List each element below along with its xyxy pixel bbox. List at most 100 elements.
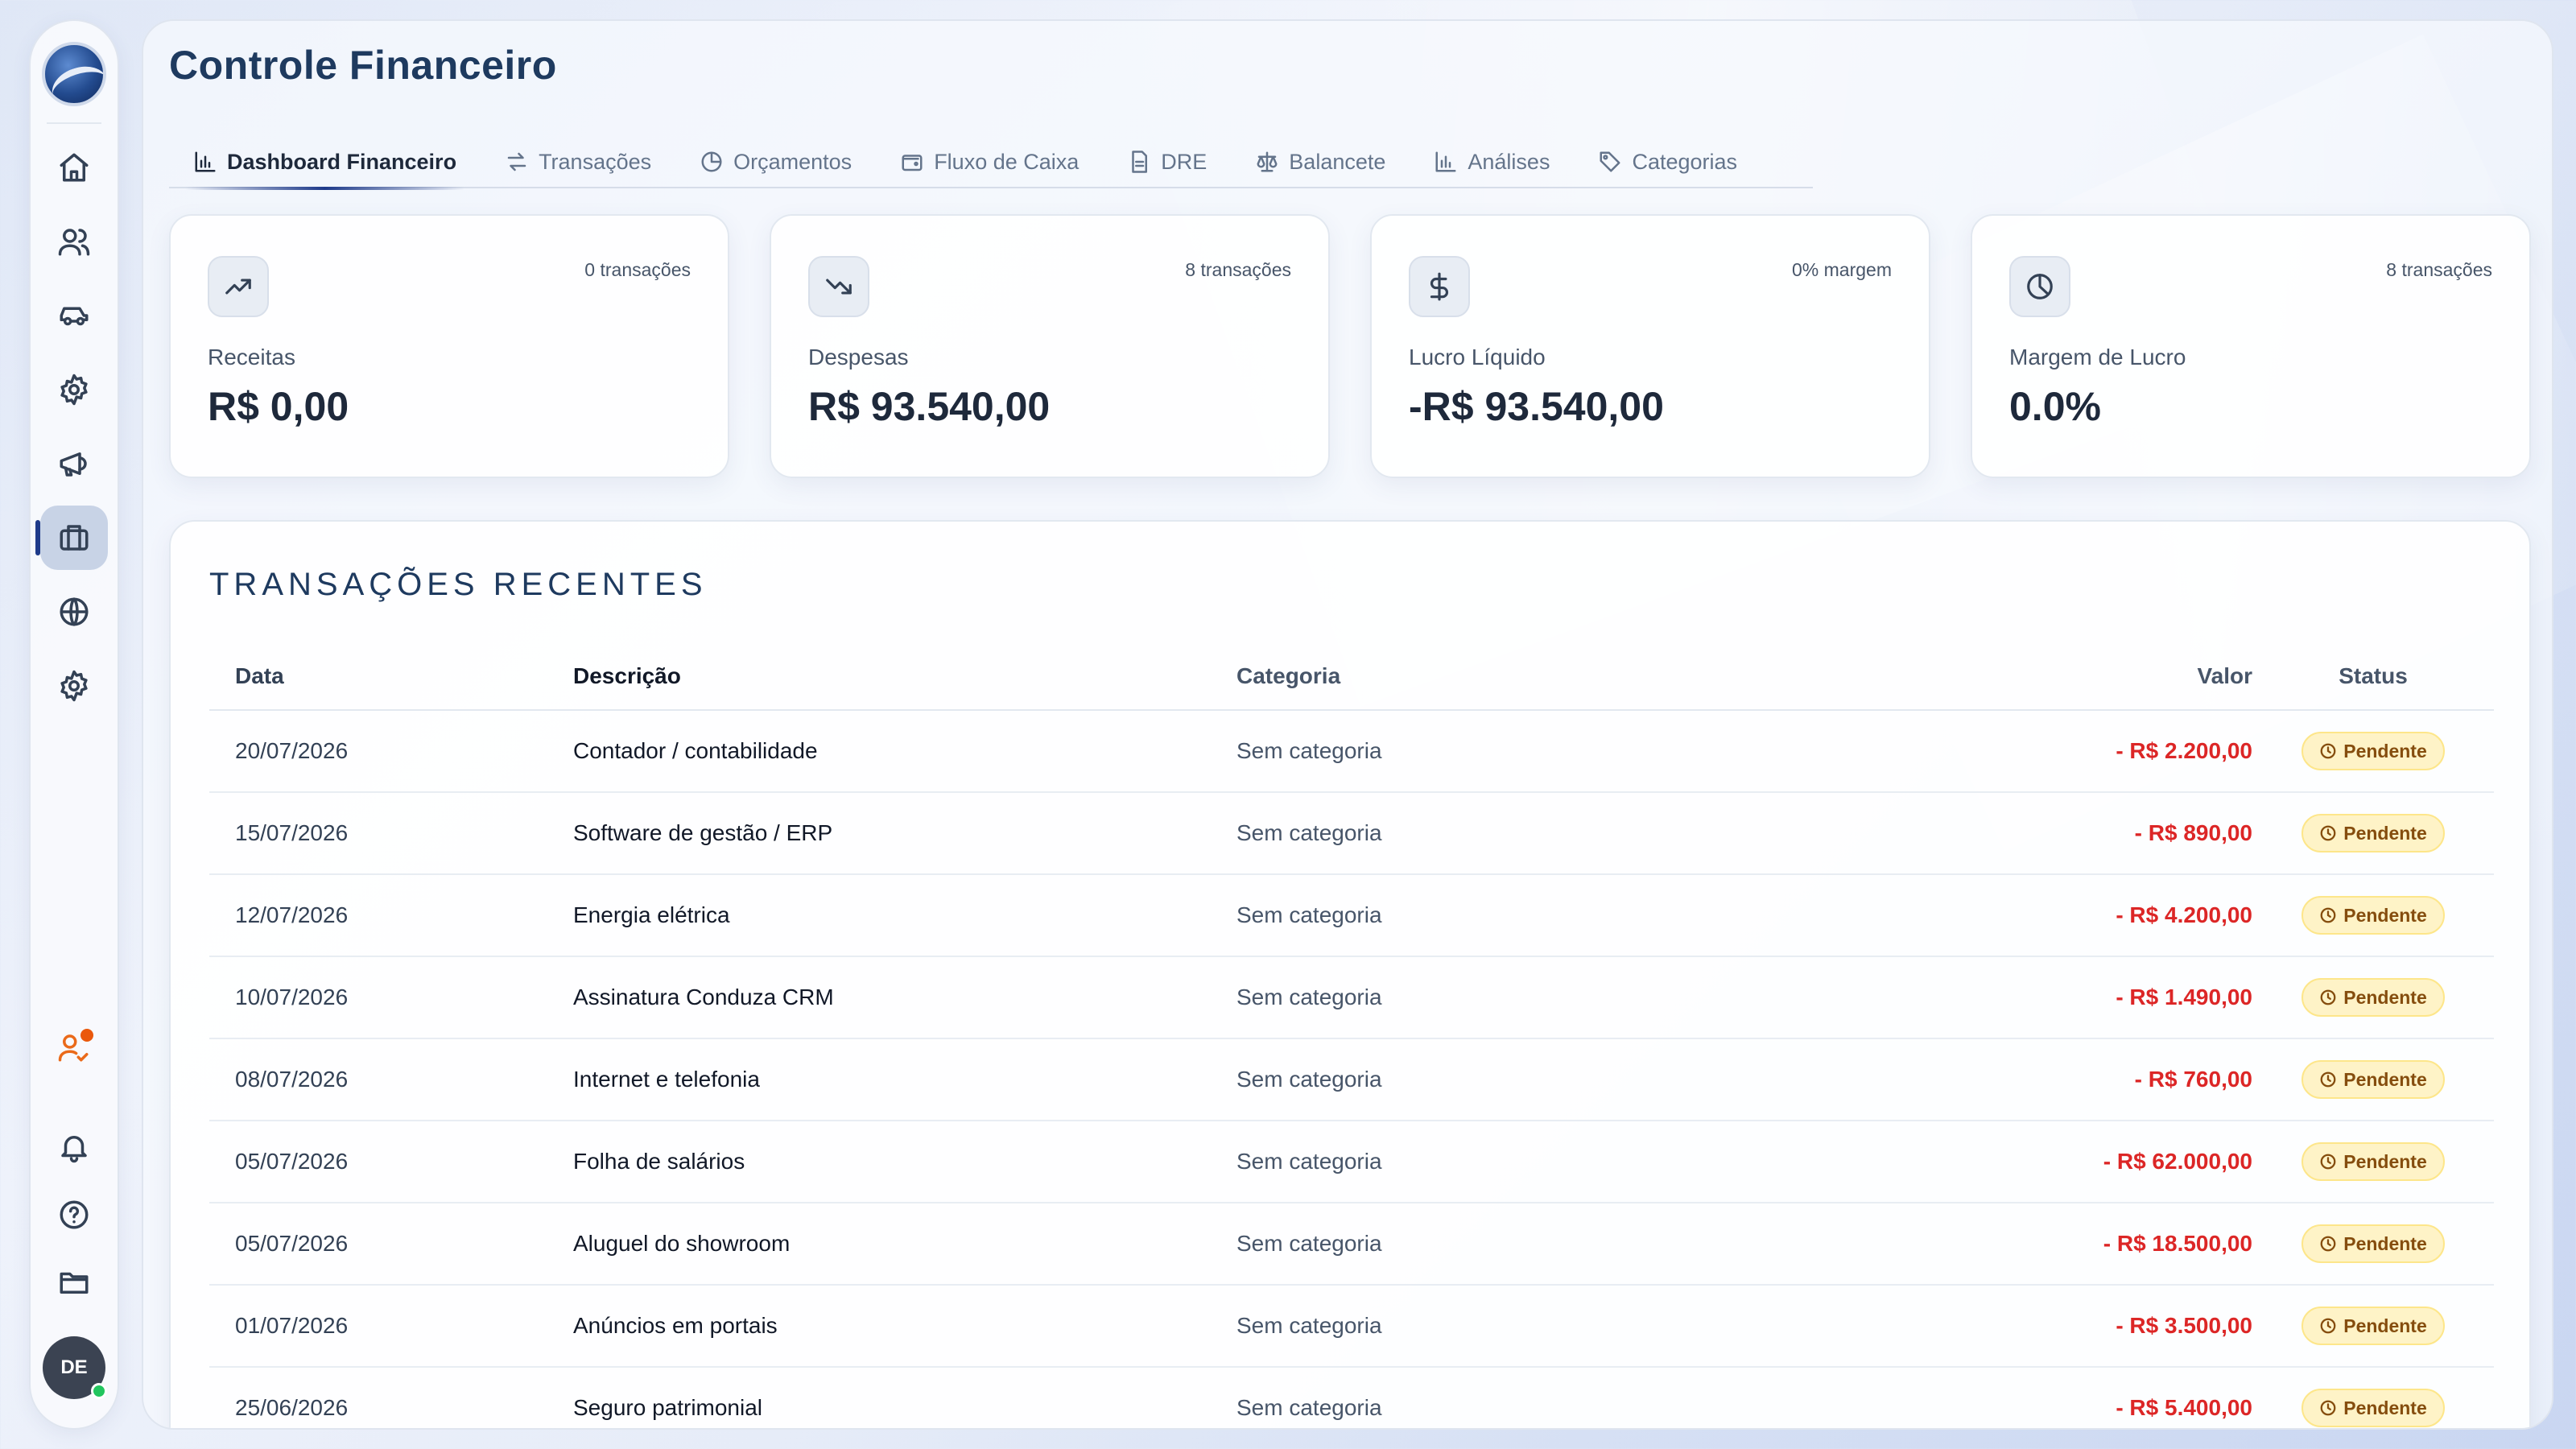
- cell-category: Sem categoria: [1236, 956, 1977, 1039]
- card-despesas: 8 transações Despesas R$ 93.540,00: [770, 214, 1330, 478]
- tab-balancete[interactable]: Balancete: [1231, 140, 1410, 184]
- card-margem-de-lucro: 8 transações Margem de Lucro 0.0%: [1971, 214, 2531, 478]
- megaphone-icon: [60, 452, 87, 477]
- column-header-status[interactable]: Status: [2252, 642, 2494, 711]
- sidebar-item-system-settings[interactable]: [40, 654, 108, 718]
- help-circle-icon: [60, 1200, 89, 1229]
- tab-transacoes[interactable]: Transações: [481, 140, 675, 184]
- cell-value: - R$ 4.200,00: [1977, 874, 2252, 957]
- tab-bar: Dashboard Financeiro Transações Orçament…: [169, 140, 1813, 190]
- tag-icon: [1600, 151, 1620, 172]
- section-title: TRANSAÇÕES RECENTES: [209, 567, 708, 602]
- table-header-row: Data Descrição Categoria Valor Status: [209, 642, 2494, 711]
- card-value: R$ 93.540,00: [808, 384, 1051, 429]
- trending-down-icon: [808, 256, 869, 317]
- card-lucro-liquido: 0% margem Lucro Líquido -R$ 93.540,00: [1370, 214, 1930, 478]
- cell-status: Pendente: [2252, 1285, 2494, 1368]
- sidebar-item-files[interactable]: [40, 1253, 108, 1312]
- cell-category: Sem categoria: [1236, 1038, 1977, 1121]
- table-row[interactable]: 01/07/2026 Anúncios em portais Sem categ…: [209, 1285, 2494, 1368]
- cell-value: - R$ 3.500,00: [1977, 1285, 2252, 1368]
- cell-description: Assinatura Conduza CRM: [573, 956, 1236, 1039]
- status-label: Pendente: [2343, 1150, 2427, 1172]
- tab-orcamentos[interactable]: Orçamentos: [675, 140, 876, 184]
- status-label: Pendente: [2343, 822, 2427, 844]
- table-row[interactable]: 10/07/2026 Assinatura Conduza CRM Sem ca…: [209, 956, 2494, 1039]
- tab-analises[interactable]: Análises: [1410, 140, 1574, 184]
- scale-icon: [1257, 151, 1278, 172]
- briefcase-icon: [60, 525, 89, 551]
- table-row[interactable]: 05/07/2026 Folha de salários Sem categor…: [209, 1121, 2494, 1203]
- cell-date: 08/07/2026: [209, 1038, 573, 1121]
- column-header-date[interactable]: Data: [209, 642, 573, 711]
- sidebar-item-web[interactable]: [40, 580, 108, 644]
- status-badge: Pendente: [2301, 896, 2445, 935]
- avatar[interactable]: DE: [43, 1336, 107, 1399]
- tab-dashboard-financeiro[interactable]: Dashboard Financeiro: [169, 140, 481, 190]
- tab-label: Análises: [1468, 149, 1550, 174]
- cell-category: Sem categoria: [1236, 1367, 1977, 1428]
- sidebar-item-marketing[interactable]: [40, 431, 108, 496]
- table-row[interactable]: 15/07/2026 Software de gestão / ERP Sem …: [209, 792, 2494, 875]
- tab-fluxo-de-caixa[interactable]: Fluxo de Caixa: [876, 140, 1103, 184]
- cell-category: Sem categoria: [1236, 1285, 1977, 1368]
- cell-date: 12/07/2026: [209, 874, 573, 957]
- main-panel: Controle Financeiro Dashboard Financeiro…: [142, 19, 2553, 1430]
- sidebar-item-finance[interactable]: [35, 506, 108, 570]
- tab-dre[interactable]: DRE: [1103, 140, 1231, 184]
- column-header-value[interactable]: Valor: [1977, 642, 2252, 711]
- column-header-description[interactable]: Descrição: [573, 642, 1236, 711]
- table-row[interactable]: 05/07/2026 Aluguel do showroom Sem categ…: [209, 1203, 2494, 1286]
- wallet-icon: [902, 155, 923, 171]
- cell-value: - R$ 760,00: [1977, 1038, 2252, 1121]
- table-row[interactable]: 20/07/2026 Contador / contabilidade Sem …: [209, 710, 2494, 793]
- cell-description: Folha de salários: [573, 1121, 1236, 1203]
- status-label: Pendente: [2343, 1232, 2427, 1254]
- table-row[interactable]: 08/07/2026 Internet e telefonia Sem cate…: [209, 1038, 2494, 1121]
- cell-category: Sem categoria: [1236, 792, 1977, 875]
- cell-status: Pendente: [2252, 956, 2494, 1039]
- cell-description: Software de gestão / ERP: [573, 792, 1236, 875]
- cell-status: Pendente: [2252, 1203, 2494, 1286]
- company-logo[interactable]: [42, 42, 106, 106]
- cell-value: - R$ 18.500,00: [1977, 1203, 2252, 1286]
- status-label: Pendente: [2343, 904, 2427, 926]
- tab-categorias[interactable]: Categorias: [1574, 140, 1761, 184]
- table-row[interactable]: 25/06/2026 Seguro patrimonial Sem catego…: [209, 1367, 2494, 1428]
- sidebar-item-notifications[interactable]: [40, 1117, 108, 1177]
- sidebar-item-settings[interactable]: [40, 357, 108, 422]
- status-badge: Pendente: [2301, 814, 2445, 852]
- sidebar-item-vehicles[interactable]: [40, 283, 108, 348]
- status-badge: Pendente: [2301, 1142, 2445, 1181]
- avatar-initials: DE: [60, 1356, 88, 1378]
- folder-icon: [60, 1272, 89, 1294]
- card-value: -R$ 93.540,00: [1409, 384, 1664, 429]
- file-text-icon: [1132, 151, 1148, 173]
- card-meta: 8 transações: [1185, 259, 1291, 280]
- cell-date: 01/07/2026: [209, 1285, 573, 1368]
- status-label: Pendente: [2343, 740, 2427, 762]
- online-status-dot: [91, 1383, 107, 1399]
- sidebar-item-users[interactable]: [40, 209, 108, 274]
- cell-value: - R$ 5.400,00: [1977, 1367, 2252, 1428]
- sidebar-item-help[interactable]: [40, 1185, 108, 1245]
- home-icon: [60, 153, 89, 182]
- clock-icon: [2320, 1318, 2336, 1334]
- sidebar-item-home[interactable]: [40, 135, 108, 200]
- sidebar-item-leads[interactable]: [40, 1018, 108, 1077]
- cell-date: 15/07/2026: [209, 792, 573, 875]
- status-badge: Pendente: [2301, 732, 2445, 770]
- card-value: 0.0%: [2009, 384, 2101, 429]
- table-row[interactable]: 12/07/2026 Energia elétrica Sem categori…: [209, 874, 2494, 957]
- cell-status: Pendente: [2252, 1121, 2494, 1203]
- cell-date: 25/06/2026: [209, 1367, 573, 1428]
- cell-date: 10/07/2026: [209, 956, 573, 1039]
- status-label: Pendente: [2343, 1315, 2427, 1336]
- column-header-category[interactable]: Categoria: [1236, 642, 1977, 711]
- status-label: Pendente: [2343, 986, 2427, 1008]
- status-label: Pendente: [2343, 1397, 2427, 1418]
- clock-icon: [2320, 1400, 2336, 1416]
- status-badge: Pendente: [2301, 1224, 2445, 1263]
- recent-transactions-panel: TRANSAÇÕES RECENTES Data Descrição Categ…: [169, 520, 2531, 1428]
- cell-description: Energia elétrica: [573, 874, 1236, 957]
